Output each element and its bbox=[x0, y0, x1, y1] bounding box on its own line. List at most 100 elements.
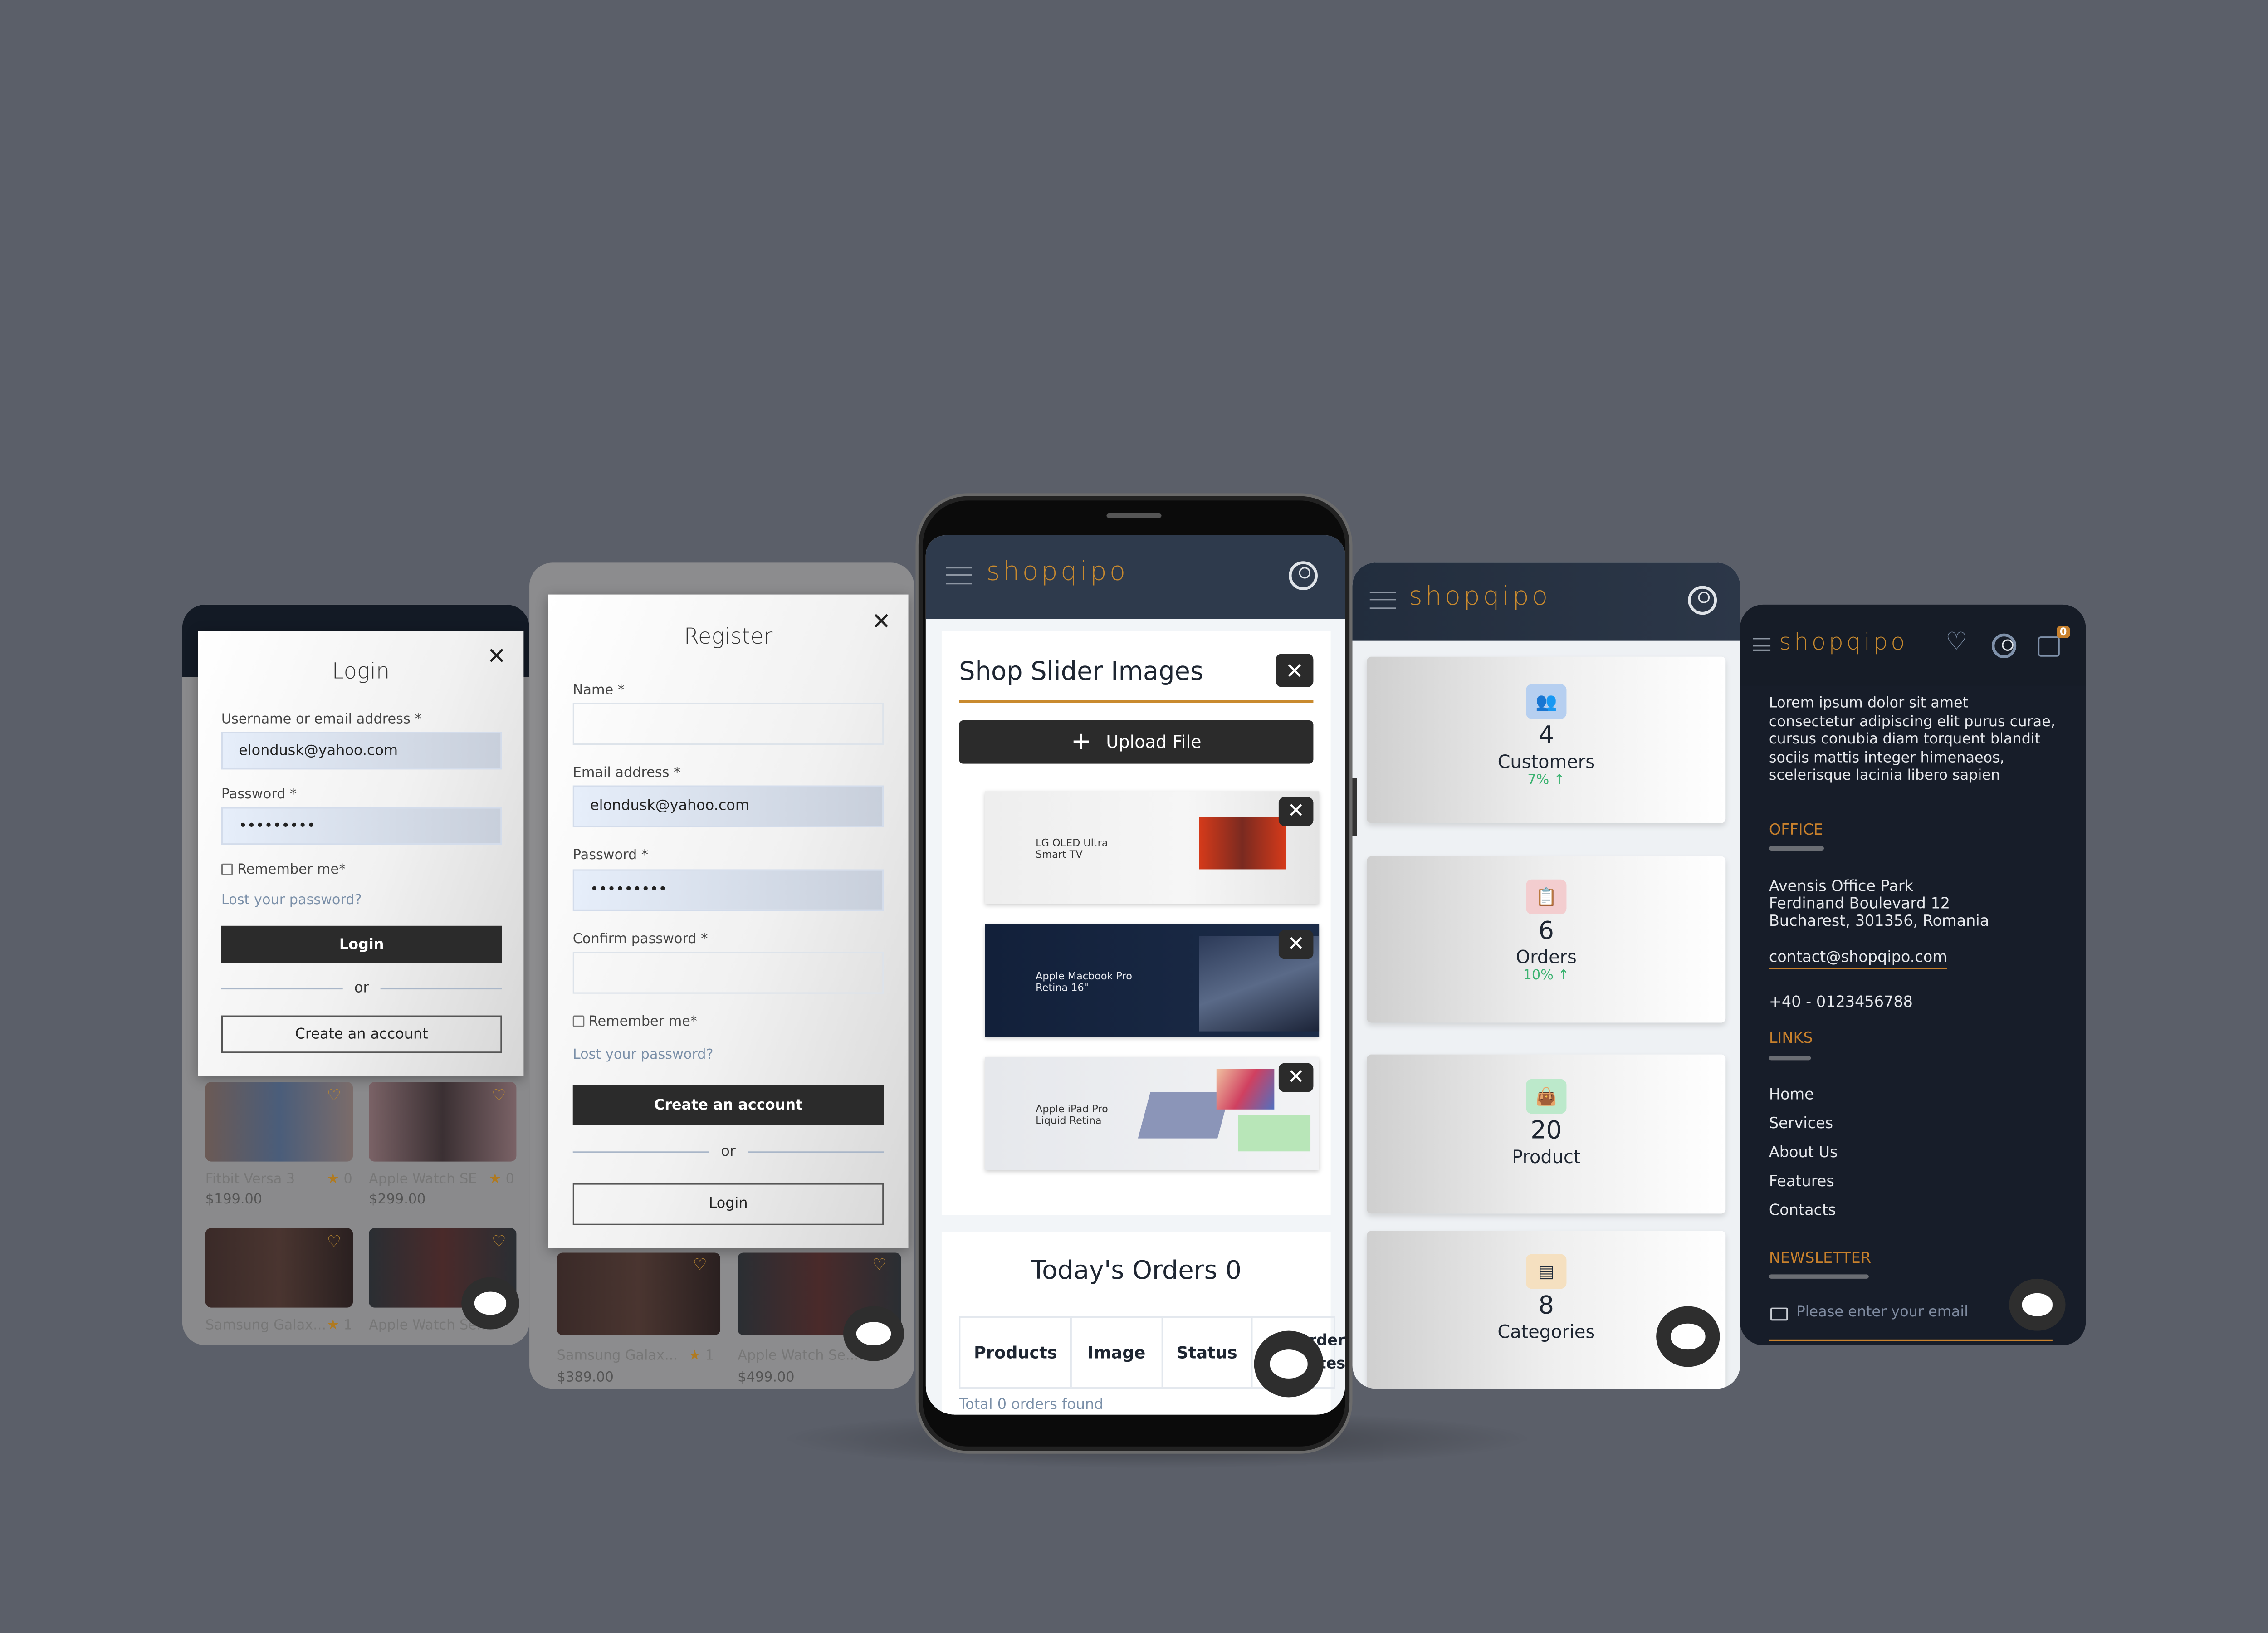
login-button[interactable]: Login bbox=[572, 1183, 884, 1225]
heart-icon[interactable]: ♡ bbox=[872, 1256, 886, 1274]
stat-label: Orders bbox=[1515, 946, 1577, 968]
phone-speaker bbox=[1106, 513, 1162, 518]
remember-label: Remember me* bbox=[237, 862, 346, 878]
heart-icon[interactable]: ♡ bbox=[327, 1232, 341, 1251]
menu-icon[interactable] bbox=[1753, 638, 1771, 651]
menu-icon[interactable] bbox=[1369, 592, 1396, 609]
mail-icon bbox=[1770, 1307, 1788, 1321]
create-account-button[interactable]: Create an account bbox=[221, 1015, 502, 1053]
product-price: $389.00 bbox=[557, 1369, 614, 1386]
user-icon[interactable] bbox=[1289, 561, 1318, 591]
password-input[interactable]: ••••••••• bbox=[572, 869, 884, 911]
stat-label: Customers bbox=[1497, 750, 1595, 772]
cart-icon[interactable] bbox=[2038, 636, 2060, 657]
product-name[interactable]: Apple Watch SE bbox=[369, 1172, 477, 1188]
footer-link-about[interactable]: About Us bbox=[1769, 1144, 1838, 1162]
chat-button[interactable] bbox=[1656, 1306, 1720, 1367]
login-screen: Login ✕ Username or email address * elon… bbox=[182, 604, 530, 1345]
stat-value: 6 bbox=[1538, 917, 1554, 946]
product-name[interactable]: Apple Watch Se... bbox=[738, 1348, 859, 1364]
stat-card-products[interactable]: 👜 20 Product bbox=[1367, 1054, 1726, 1214]
close-icon[interactable]: ✕ bbox=[487, 642, 506, 670]
slide-item[interactable]: Apple Macbook Pro Retina 16" ✕ bbox=[985, 924, 1320, 1037]
slide-item[interactable]: Apple iPad Pro Liquid Retina ✕ bbox=[985, 1057, 1320, 1170]
chat-icon bbox=[1270, 1350, 1308, 1378]
column-header[interactable]: Products bbox=[960, 1317, 1072, 1388]
users-icon: 👥 bbox=[1526, 684, 1567, 719]
user-icon[interactable] bbox=[1991, 633, 2017, 658]
newsletter-input[interactable]: Please enter your email bbox=[1796, 1305, 1968, 1320]
showcase: Login ✕ Username or email address * elon… bbox=[0, 0, 2268, 1633]
product-name[interactable]: Fitbit Versa 3 bbox=[205, 1172, 295, 1188]
heart-icon[interactable]: ♡ bbox=[693, 1256, 707, 1274]
newsletter-underline bbox=[1769, 1339, 2053, 1341]
cart-badge: 0 bbox=[2057, 626, 2070, 638]
logo[interactable]: shopqipo bbox=[1409, 582, 1551, 612]
close-icon[interactable]: ✕ bbox=[872, 607, 891, 635]
dashboard-screen: shopqipo 👥 4 Customers 7% ↑ 📋 6 Orders 1… bbox=[1352, 562, 1740, 1389]
user-icon[interactable] bbox=[1688, 586, 1717, 615]
email-link[interactable]: contact@shopqipo.com bbox=[1769, 949, 1947, 968]
chat-button[interactable] bbox=[843, 1306, 904, 1361]
product-rating: ★ 1 bbox=[327, 1317, 352, 1334]
chat-button[interactable] bbox=[461, 1277, 519, 1330]
logo[interactable]: shopqipo bbox=[1779, 628, 1908, 655]
slide-item[interactable]: LG OLED Ultra Smart TV ✕ bbox=[985, 791, 1320, 904]
password-input[interactable]: ••••••••• bbox=[221, 807, 502, 845]
stat-value: 20 bbox=[1530, 1116, 1562, 1146]
delete-slide-button[interactable]: ✕ bbox=[1278, 930, 1314, 959]
column-header[interactable]: Image bbox=[1072, 1317, 1163, 1388]
footer-link-services[interactable]: Services bbox=[1769, 1115, 1833, 1134]
name-input[interactable] bbox=[572, 703, 884, 745]
menu-icon[interactable] bbox=[946, 567, 972, 585]
delete-slide-button[interactable]: ✕ bbox=[1278, 1063, 1314, 1092]
remember-me[interactable]: Remember me* bbox=[221, 862, 346, 878]
stat-card-orders[interactable]: 📋 6 Orders 10% ↑ bbox=[1367, 856, 1726, 1023]
footer-link-features[interactable]: Features bbox=[1769, 1173, 1834, 1191]
delete-slide-button[interactable]: ✕ bbox=[1278, 797, 1314, 826]
about-text: Lorem ipsum dolor sit amet consectetur a… bbox=[1769, 695, 2055, 784]
upload-file-button[interactable]: + Upload File bbox=[959, 720, 1314, 764]
chat-icon bbox=[474, 1292, 507, 1315]
stat-label: Product bbox=[1512, 1145, 1581, 1168]
product-price: $499.00 bbox=[738, 1369, 795, 1386]
modal-title: Register bbox=[684, 623, 773, 650]
close-button[interactable]: ✕ bbox=[1276, 654, 1314, 687]
remember-me[interactable]: Remember me* bbox=[572, 1014, 698, 1030]
heart-icon[interactable]: ♡ bbox=[1945, 628, 1968, 657]
stat-change: 7% ↑ bbox=[1527, 772, 1565, 788]
confirm-password-input[interactable] bbox=[572, 952, 884, 994]
footer-link-home[interactable]: Home bbox=[1769, 1086, 1814, 1105]
column-header[interactable]: Status bbox=[1163, 1317, 1253, 1388]
star-icon: ★ bbox=[327, 1317, 339, 1334]
remember-checkbox[interactable] bbox=[221, 863, 233, 875]
heading-underline bbox=[1769, 1274, 1869, 1279]
stat-card-customers[interactable]: 👥 4 Customers 7% ↑ bbox=[1367, 656, 1726, 823]
heart-icon[interactable]: ♡ bbox=[492, 1086, 506, 1105]
create-account-button[interactable]: Create an account bbox=[572, 1085, 884, 1125]
heart-icon[interactable]: ♡ bbox=[492, 1232, 506, 1251]
slide-image bbox=[1199, 817, 1286, 870]
footer-link-contacts[interactable]: Contacts bbox=[1769, 1202, 1836, 1220]
heading-underline bbox=[1769, 1056, 1811, 1061]
product-name[interactable]: Samsung Galax... bbox=[557, 1348, 678, 1364]
lost-password-link[interactable]: Lost your password? bbox=[573, 1047, 714, 1063]
remember-checkbox[interactable] bbox=[572, 1015, 585, 1027]
chat-button[interactable] bbox=[1254, 1330, 1324, 1398]
address-line: Avensis Office Park bbox=[1769, 878, 1914, 895]
confirm-password-label: Confirm password * bbox=[572, 931, 708, 948]
phone[interactable]: +40 - 0123456788 bbox=[1769, 994, 1913, 1012]
email-input[interactable]: elondusk@yahoo.com bbox=[572, 785, 884, 827]
product-name[interactable]: Samsung Galax... bbox=[205, 1318, 326, 1334]
phone-side-button bbox=[1352, 778, 1357, 836]
login-button[interactable]: Login bbox=[221, 925, 502, 963]
chat-icon bbox=[857, 1322, 890, 1345]
product-price: $199.00 bbox=[205, 1192, 263, 1208]
heart-icon[interactable]: ♡ bbox=[327, 1086, 341, 1105]
logo[interactable]: shopqipo bbox=[987, 557, 1129, 587]
remember-label: Remember me* bbox=[588, 1014, 698, 1030]
or-divider: or bbox=[572, 1144, 884, 1160]
lost-password-link[interactable]: Lost your password? bbox=[221, 892, 362, 908]
chat-button[interactable] bbox=[2009, 1278, 2066, 1331]
username-input[interactable]: elondusk@yahoo.com bbox=[221, 732, 502, 770]
